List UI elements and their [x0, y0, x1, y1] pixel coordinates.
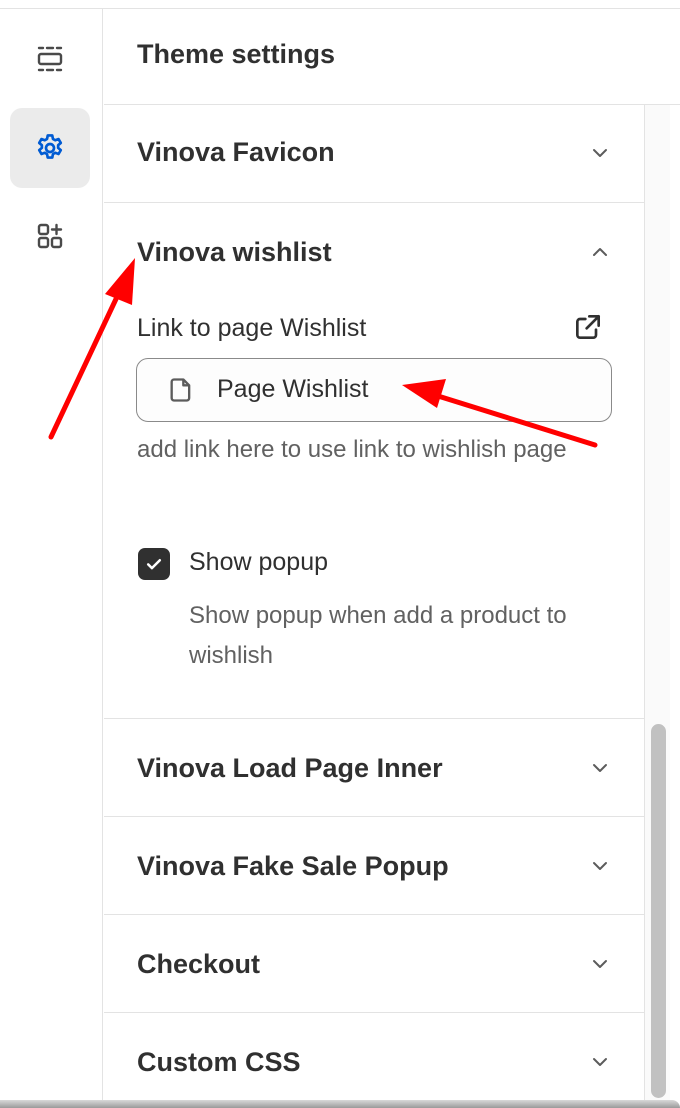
bottom-edge: [0, 1100, 680, 1108]
section-vinova-load-page-inner[interactable]: Vinova Load Page Inner: [104, 719, 645, 817]
show-popup-label[interactable]: Show popup: [189, 548, 328, 577]
sections-icon: [37, 46, 63, 72]
add-block-icon: [37, 223, 63, 249]
sidebar-rail: [0, 9, 103, 1100]
section-title: Vinova Fake Sale Popup: [137, 851, 449, 881]
page-picker-field[interactable]: Page Wishlist: [136, 358, 612, 422]
show-popup-help: Show popup when add a product to wishlis…: [189, 602, 567, 669]
section-vinova-wishlist: Vinova wishlist Link to page Wishlist Pa…: [104, 203, 645, 719]
scrollbar-thumb[interactable]: [651, 724, 666, 1098]
section-title: Vinova Favicon: [137, 137, 335, 167]
chevron-down-icon: [593, 960, 607, 968]
section-checkout[interactable]: Checkout: [104, 915, 645, 1013]
wishlist-link-help: add link here to use link to wishlish pa…: [137, 436, 567, 463]
external-link-icon[interactable]: [572, 311, 604, 343]
page-picker-value: Page Wishlist: [217, 375, 369, 403]
settings-list: Vinova Favicon Vinova wishlist Link to p…: [104, 105, 645, 1108]
app-frame: Theme settings Vinova Favicon Vinova wis…: [0, 0, 680, 1108]
chevron-down-icon: [593, 149, 607, 157]
app-embeds-button[interactable]: [10, 196, 90, 276]
chevron-down-icon: [593, 764, 607, 772]
section-custom-css[interactable]: Custom CSS: [104, 1013, 645, 1108]
page-title: Theme settings: [137, 39, 336, 69]
show-popup-checkbox[interactable]: [138, 548, 170, 580]
chevron-up-icon: [593, 248, 607, 256]
section-vinova-fake-sale-popup[interactable]: Vinova Fake Sale Popup: [104, 817, 645, 915]
section-title: Checkout: [137, 949, 261, 979]
checkmark-icon: [146, 559, 162, 570]
gear-icon: [37, 134, 63, 159]
wishlist-link-label: Link to page Wishlist: [137, 314, 367, 342]
section-title: Vinova wishlist: [137, 237, 332, 267]
section-header-vinova-wishlist[interactable]: Vinova wishlist: [104, 203, 645, 293]
theme-settings-panel: Theme settings Vinova Favicon Vinova wis…: [104, 9, 680, 1100]
sections-button[interactable]: [10, 19, 90, 99]
chevron-down-icon: [593, 862, 607, 870]
page-icon: [170, 378, 191, 402]
section-title: Custom CSS: [137, 1047, 301, 1077]
chevron-down-icon: [593, 1058, 607, 1066]
section-title: Vinova Load Page Inner: [137, 753, 443, 783]
theme-settings-button[interactable]: [10, 108, 90, 188]
panel-header: Theme settings: [104, 9, 680, 105]
section-vinova-favicon[interactable]: Vinova Favicon: [104, 105, 645, 203]
